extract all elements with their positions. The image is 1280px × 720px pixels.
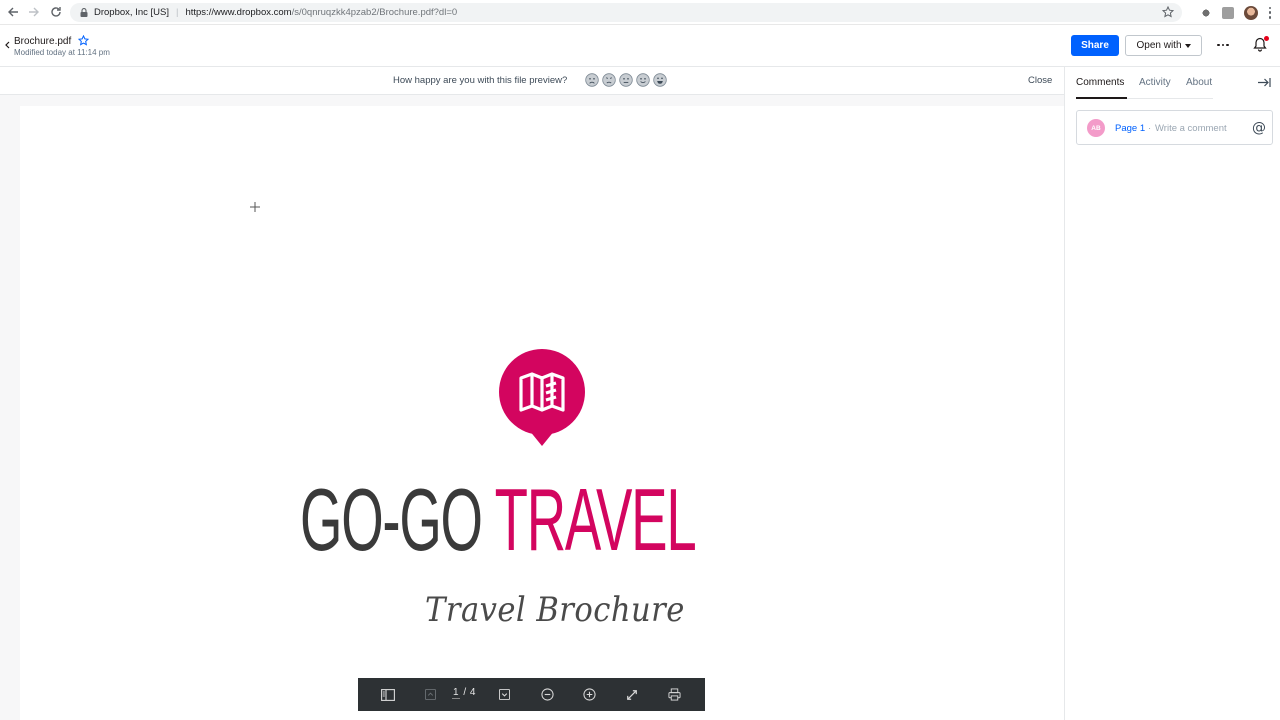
file-preview-area: How happy are you with this file preview…: [0, 67, 1064, 720]
page-separator: /: [463, 687, 467, 698]
document-subtitle: Travel Brochure: [425, 590, 685, 630]
print-icon[interactable]: [667, 687, 682, 702]
address-bar[interactable]: Dropbox, Inc [US] | https://www.dropbox.…: [70, 3, 1182, 22]
open-with-button[interactable]: Open with: [1125, 35, 1202, 56]
current-page[interactable]: 1: [452, 687, 461, 699]
very-happy-face-icon[interactable]: [653, 73, 667, 87]
back-chevron-icon[interactable]: [4, 39, 12, 51]
title-pink-text: TRAVEL: [494, 470, 697, 569]
page-reference[interactable]: Page 1: [1115, 123, 1145, 134]
bookmark-star-icon[interactable]: [1162, 6, 1174, 18]
chevron-down-icon: [1184, 43, 1191, 48]
fullscreen-icon[interactable]: [624, 687, 639, 702]
file-name: Brochure.pdf: [14, 36, 72, 47]
close-feedback-link[interactable]: Close: [1028, 75, 1052, 86]
tab-about[interactable]: About: [1186, 77, 1212, 88]
previous-page-icon[interactable]: [423, 687, 438, 702]
total-pages: 4: [469, 687, 476, 698]
more-options-icon[interactable]: [1215, 38, 1231, 52]
tab-activity[interactable]: Activity: [1139, 77, 1171, 88]
file-header: Brochure.pdf Modified today at 11:14 pm …: [0, 25, 1280, 67]
unhappy-face-icon[interactable]: [602, 73, 616, 87]
forward-arrow-icon[interactable]: [23, 1, 45, 23]
neutral-face-icon[interactable]: [619, 73, 633, 87]
crosshair-cursor-icon: [250, 202, 260, 212]
next-page-icon[interactable]: [497, 687, 512, 702]
page-indicator[interactable]: 1 / 4: [452, 687, 476, 699]
url-host: https://www.dropbox.com: [185, 7, 292, 18]
site-org: Dropbox, Inc [US]: [94, 7, 169, 18]
reload-icon[interactable]: [45, 1, 67, 23]
lock-icon: [80, 8, 88, 17]
open-with-label: Open with: [1136, 40, 1182, 51]
document-title: GO-GO TRAVEL: [300, 476, 697, 564]
star-icon[interactable]: [78, 35, 89, 46]
back-arrow-icon[interactable]: [2, 1, 24, 23]
zoom-out-icon[interactable]: [540, 687, 555, 702]
collapse-sidebar-icon[interactable]: [1257, 77, 1271, 88]
very-unhappy-face-icon[interactable]: [585, 73, 599, 87]
modified-timestamp: Modified today at 11:14 pm: [14, 48, 110, 57]
happy-face-icon[interactable]: [636, 73, 650, 87]
extension-icon[interactable]: [1200, 6, 1212, 19]
browser-toolbar: Dropbox, Inc [US] | https://www.dropbox.…: [0, 0, 1280, 25]
feedback-bar: How happy are you with this file preview…: [0, 67, 1064, 95]
preview-toolbar: 1 / 4: [358, 678, 705, 711]
profile-avatar[interactable]: [1244, 5, 1258, 20]
comment-placeholder[interactable]: Write a comment: [1155, 123, 1227, 134]
zoom-in-icon[interactable]: [582, 687, 597, 702]
avatar: AB: [1087, 119, 1105, 137]
extension-icon[interactable]: [1222, 6, 1234, 19]
separator-dot: ·: [1148, 123, 1152, 134]
feedback-faces: [585, 73, 667, 87]
omnibox-divider: |: [175, 7, 179, 18]
pdf-page: GO-GO TRAVEL Travel Brochure: [20, 106, 1064, 720]
sidebar-toggle-icon[interactable]: [380, 687, 395, 702]
notification-dot: [1264, 36, 1269, 41]
tab-comments[interactable]: Comments: [1076, 77, 1124, 88]
mention-icon[interactable]: @: [1252, 120, 1266, 136]
share-button[interactable]: Share: [1071, 35, 1119, 56]
comment-input[interactable]: AB Page 1 · Write a comment @: [1076, 110, 1273, 145]
active-tab-indicator: [1076, 97, 1127, 99]
comments-sidebar: Comments Activity About AB Page 1 · Writ…: [1064, 67, 1280, 720]
feedback-question: How happy are you with this file preview…: [393, 75, 568, 86]
browser-menu-icon[interactable]: [1268, 6, 1272, 19]
map-pin-logo: [499, 349, 585, 446]
title-dark-text: GO-GO: [300, 470, 483, 569]
url-path: /s/0qnruqzkk4pzab2/Brochure.pdf?dl=0: [291, 7, 458, 18]
